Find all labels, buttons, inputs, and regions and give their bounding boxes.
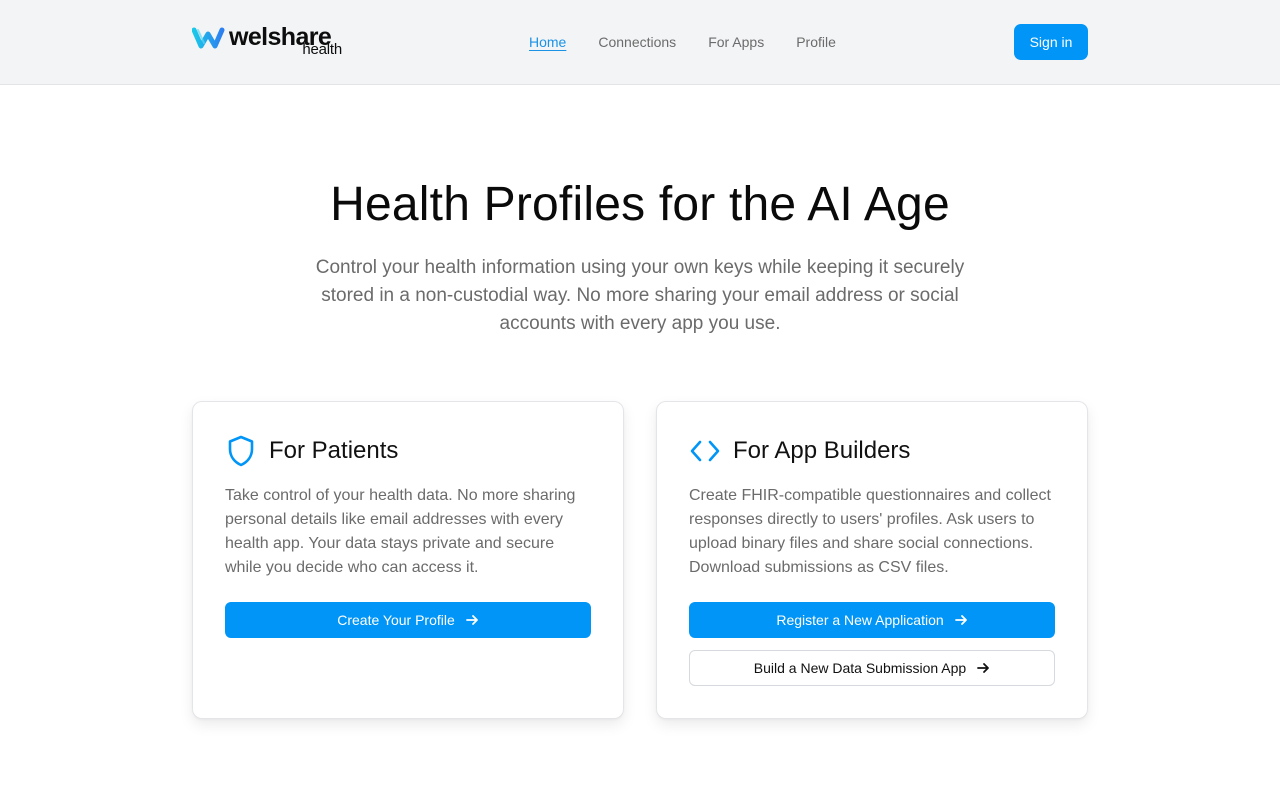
- code-icon: [689, 435, 721, 467]
- hero-subtitle: Control your health information using yo…: [315, 257, 965, 334]
- sign-in-button[interactable]: Sign in: [1014, 24, 1088, 60]
- shield-icon: [225, 435, 257, 467]
- create-profile-label: Create Your Profile: [337, 612, 455, 628]
- app-builders-card-title: For App Builders: [733, 437, 911, 464]
- app-builders-card: For App Builders Create FHIR-compatible …: [656, 401, 1088, 719]
- logo-subtext: health: [302, 41, 342, 58]
- arrow-right-icon: [977, 663, 990, 673]
- register-application-label: Register a New Application: [776, 612, 944, 628]
- app-builders-card-header: For App Builders: [689, 434, 910, 468]
- hero-title: Health Profiles for the AI Age: [330, 178, 950, 231]
- create-profile-button[interactable]: Create Your Profile: [225, 602, 591, 638]
- nav-link-home[interactable]: Home: [529, 33, 566, 53]
- patients-card-title: For Patients: [269, 437, 399, 464]
- patients-card-header: For Patients: [225, 434, 398, 468]
- arrow-right-icon: [954, 615, 967, 625]
- nav-link-connections[interactable]: Connections: [598, 33, 676, 53]
- arrow-right-icon: [465, 615, 478, 625]
- nav-link-profile[interactable]: Profile: [796, 33, 836, 53]
- patients-card-description: Take control of your health data. No mor…: [225, 487, 576, 576]
- build-data-submission-app-button[interactable]: Build a New Data Submission App: [689, 650, 1055, 686]
- nav-link-for-apps[interactable]: For Apps: [708, 33, 764, 53]
- patients-card: For Patients Take control of your health…: [192, 401, 624, 719]
- brand-logo[interactable]: welshare health: [192, 24, 344, 60]
- welshare-logo-icon: [192, 27, 225, 49]
- app-builders-card-description: Create FHIR-compatible questionnaires an…: [689, 487, 1051, 576]
- register-application-button[interactable]: Register a New Application: [689, 602, 1055, 638]
- build-data-submission-app-label: Build a New Data Submission App: [753, 660, 967, 676]
- site-header: welshare health Home Connections For App…: [0, 0, 1280, 85]
- main-nav: Home Connections For Apps Profile: [529, 33, 836, 53]
